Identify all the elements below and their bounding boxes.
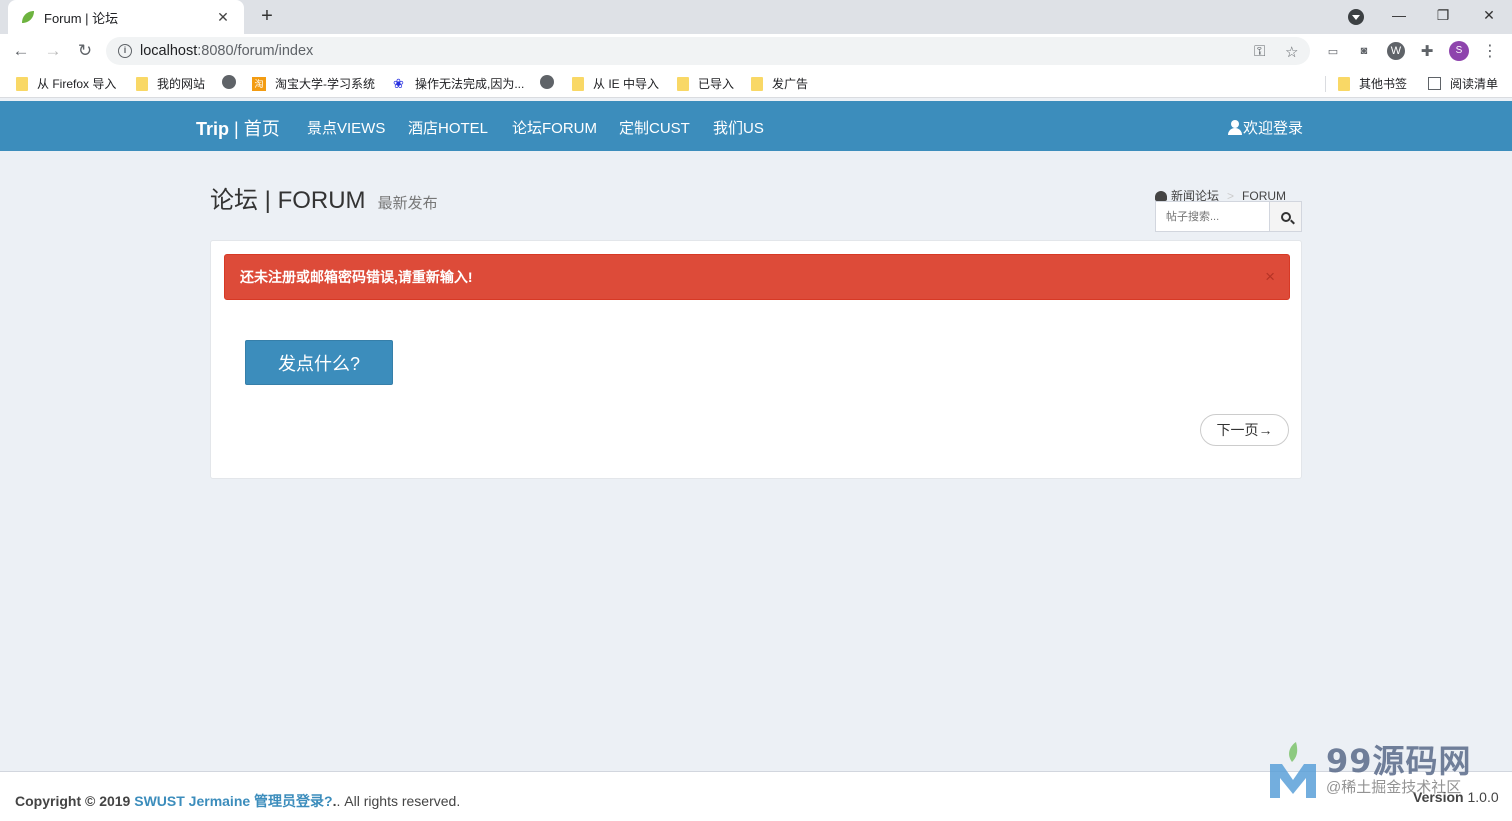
globe-icon bbox=[222, 75, 236, 89]
reload-icon[interactable]: ↻ bbox=[73, 39, 97, 63]
key-icon[interactable]: ⚿ bbox=[1254, 43, 1265, 60]
globe-icon bbox=[540, 75, 554, 89]
copyright: Copyright © 2019 SWUST Jermaine 管理员登录?..… bbox=[15, 793, 461, 809]
page-subtitle: 最新发布 bbox=[377, 195, 438, 212]
watermark: 99源码网 @稀土掘金技术社区 bbox=[1268, 732, 1498, 802]
alert-close-icon[interactable]: × bbox=[1265, 267, 1275, 287]
admin-login-link[interactable]: SWUST Jermaine 管理员登录? bbox=[134, 793, 332, 809]
brand-home-link[interactable]: Trip | 首页 bbox=[196, 115, 280, 141]
bookmarks-divider bbox=[1325, 76, 1326, 92]
camera-icon[interactable]: ◙ bbox=[1355, 42, 1373, 60]
minimize-icon[interactable]: — bbox=[1377, 0, 1421, 32]
bookmark-item[interactable]: 从 IE 中导入 bbox=[572, 75, 659, 92]
nav-link-forum[interactable]: 论坛FORUM bbox=[512, 117, 597, 138]
watermark-logo-icon bbox=[1270, 742, 1316, 798]
page-title: 论坛 | FORUM bbox=[210, 187, 366, 214]
tab-close-icon[interactable]: ✕ bbox=[214, 9, 232, 26]
alert-message: 还未注册或邮箱密码错误,请重新输入! bbox=[240, 269, 473, 285]
new-post-button[interactable]: 发点什么? bbox=[245, 340, 393, 385]
site-navbar: Trip | 首页 景点VIEWS 酒店HOTEL 论坛FORUM 定制CUST… bbox=[0, 101, 1512, 151]
folder-icon bbox=[677, 76, 689, 91]
login-link[interactable]: 欢迎登录 bbox=[1228, 117, 1303, 138]
address-bar[interactable]: i localhost:8080/forum/index ⚿ ☆ bbox=[106, 37, 1310, 65]
tab-title: Forum | 论坛 bbox=[44, 10, 119, 26]
dashboard-icon bbox=[1155, 190, 1167, 201]
new-tab-icon[interactable]: + bbox=[256, 4, 278, 28]
folder-icon bbox=[1338, 76, 1350, 91]
taobao-icon: 淘 bbox=[252, 76, 266, 91]
bookmark-item[interactable]: 已导入 bbox=[677, 75, 734, 92]
bookmark-item[interactable]: ❀ 操作无法完成,因为... bbox=[393, 75, 524, 92]
user-icon bbox=[1228, 120, 1242, 135]
restore-icon[interactable]: ❐ bbox=[1421, 0, 1465, 32]
site-info-icon[interactable]: i bbox=[118, 44, 132, 58]
baidu-paw-icon: ❀ bbox=[393, 75, 404, 91]
cast-icon[interactable]: ▭ bbox=[1324, 42, 1342, 60]
search-icon bbox=[1280, 211, 1291, 222]
error-alert: 还未注册或邮箱密码错误,请重新输入! × bbox=[224, 254, 1290, 300]
browser-tabstrip: Forum | 论坛 ✕ + — ❐ ✕ bbox=[0, 0, 1512, 34]
nav-link-hotel[interactable]: 酒店HOTEL bbox=[408, 117, 488, 138]
forward-icon[interactable]: → bbox=[41, 39, 65, 63]
nav-link-us[interactable]: 我们US bbox=[713, 117, 764, 138]
bookmark-item[interactable] bbox=[540, 75, 560, 89]
menu-icon[interactable]: ⋮ bbox=[1481, 42, 1499, 60]
next-page-button[interactable]: 下一页→ bbox=[1200, 414, 1289, 446]
bookmark-item[interactable]: 我的网站 bbox=[136, 75, 205, 92]
post-search bbox=[1155, 201, 1302, 232]
browser-tab[interactable]: Forum | 论坛 ✕ bbox=[8, 0, 244, 34]
other-bookmarks[interactable]: 其他书签 bbox=[1338, 75, 1407, 92]
forum-box: 还未注册或邮箱密码错误,请重新输入! × 发点什么? 下一页→ bbox=[210, 240, 1302, 479]
reading-list[interactable]: 阅读清单 bbox=[1428, 75, 1498, 92]
browser-toolbar: ← → ↻ i localhost:8080/forum/index ⚿ ☆ ▭… bbox=[0, 34, 1512, 68]
watermark-subtitle: @稀土掘金技术社区 bbox=[1326, 779, 1462, 796]
url-text: localhost:8080/forum/index bbox=[140, 43, 314, 59]
folder-icon bbox=[136, 76, 148, 91]
wappalyzer-icon[interactable]: W bbox=[1387, 42, 1405, 60]
extensions-icon[interactable]: ✚ bbox=[1418, 42, 1436, 60]
folder-icon bbox=[572, 76, 584, 91]
nav-link-cust[interactable]: 定制CUST bbox=[619, 117, 690, 138]
page-header: 论坛 | FORUM 最新发布 bbox=[210, 180, 438, 215]
bookmark-star-icon[interactable]: ☆ bbox=[1285, 43, 1298, 61]
back-icon[interactable]: ← bbox=[9, 39, 33, 63]
bookmarks-bar: 从 Firefox 导入 我的网站 淘淘宝大学-学习系统 ❀ 操作无法完成,因为.… bbox=[0, 68, 1512, 98]
search-button[interactable] bbox=[1269, 202, 1301, 231]
spring-leaf-icon bbox=[22, 11, 34, 23]
post-search-input[interactable] bbox=[1156, 202, 1269, 231]
folder-icon bbox=[751, 76, 763, 91]
folder-icon bbox=[16, 76, 28, 91]
bookmark-item[interactable] bbox=[222, 75, 242, 89]
bookmark-item[interactable]: 从 Firefox 导入 bbox=[16, 75, 116, 92]
nav-link-views[interactable]: 景点VIEWS bbox=[307, 117, 385, 138]
close-window-icon[interactable]: ✕ bbox=[1467, 0, 1511, 32]
reading-list-icon bbox=[1428, 77, 1441, 90]
bookmark-item[interactable]: 淘淘宝大学-学习系统 bbox=[252, 75, 375, 92]
tab-search-icon[interactable] bbox=[1348, 9, 1364, 25]
profile-avatar[interactable]: S bbox=[1449, 41, 1469, 61]
bookmark-item[interactable]: 发广告 bbox=[751, 75, 808, 92]
